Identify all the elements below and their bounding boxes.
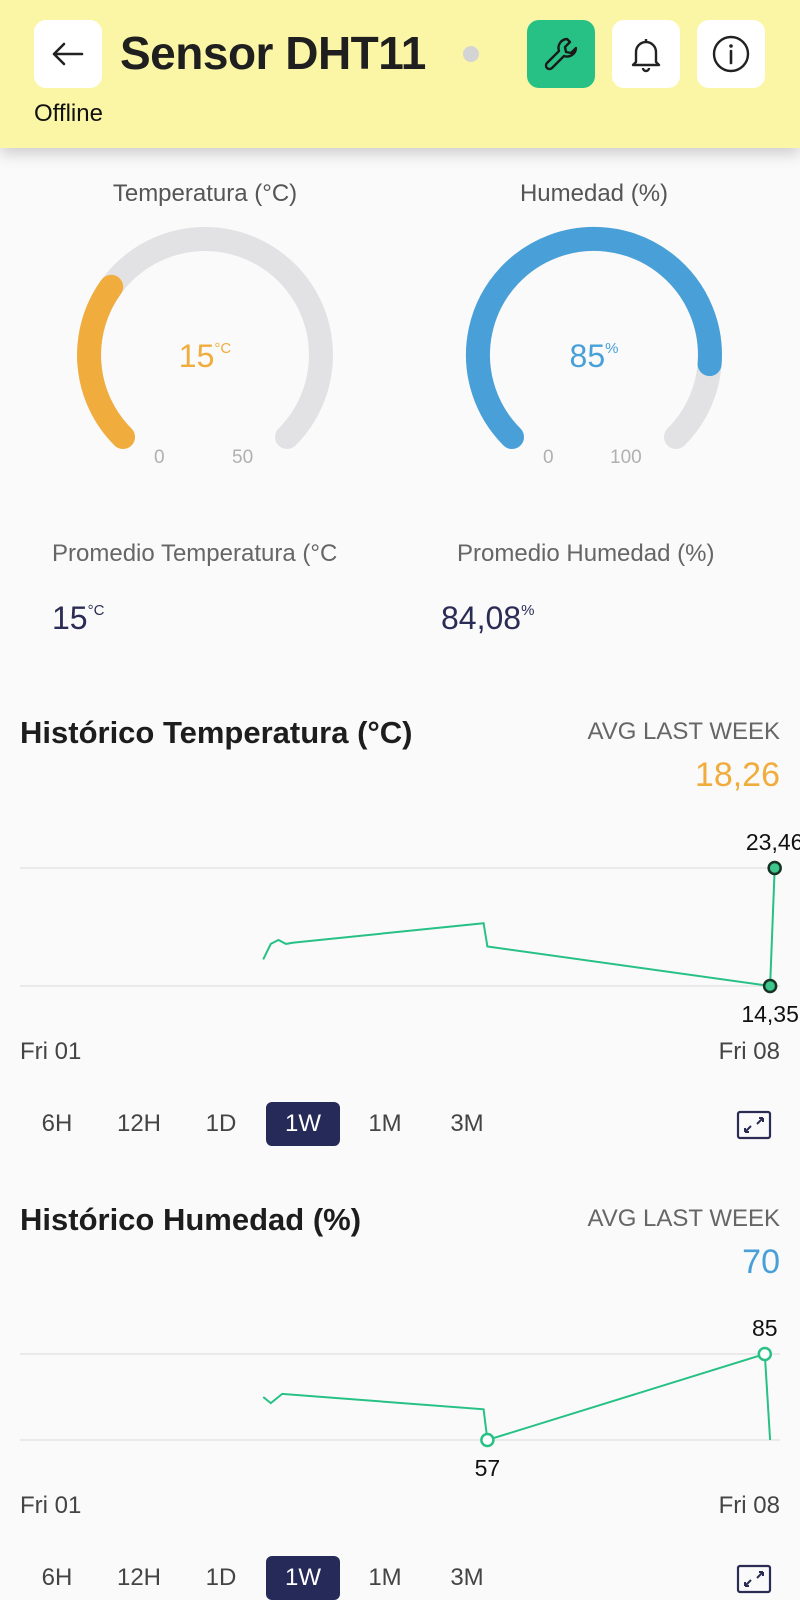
gauge-min-humidity: 0: [543, 447, 554, 468]
data-line: [262, 867, 776, 988]
humidity-history-chart: 85 57: [20, 1315, 780, 1480]
settings-button[interactable]: [527, 20, 595, 88]
expand-icon[interactable]: [736, 1108, 772, 1142]
avg-humidity-value: 84,08%: [441, 600, 535, 636]
info-icon: [712, 35, 750, 73]
data-line: [262, 1352, 772, 1442]
chart-end-date: Fri 08: [718, 1492, 780, 1519]
avg-week-label-temperature: AVG LAST WEEK: [587, 718, 780, 745]
gauge-min-temperature: 0: [154, 447, 165, 468]
range-button-1w[interactable]: 1W: [266, 1102, 340, 1146]
status-text: Offline: [34, 100, 103, 127]
data-point-max: [767, 860, 782, 876]
range-button-12h[interactable]: 12H: [102, 1556, 176, 1600]
range-button-6h[interactable]: 6H: [20, 1556, 94, 1600]
app-header: Sensor DHT11 Offline: [0, 0, 800, 148]
wrench-icon: [544, 37, 578, 71]
gauge-max-humidity: 100: [610, 447, 642, 468]
expand-icon[interactable]: [736, 1562, 772, 1596]
bell-icon: [631, 39, 661, 73]
gauge-max-temperature: 50: [232, 447, 254, 468]
data-label-max: 23,46: [746, 829, 800, 855]
time-range-selector: 6H 12H 1D 1W 1M 3M: [20, 1556, 540, 1600]
page-title: Sensor DHT11: [120, 27, 426, 79]
data-point-max: [757, 1346, 773, 1362]
gauge-title-temperature: Temperatura (°C): [112, 180, 298, 207]
avg-humidity-label: Promedio Humedad (%): [457, 540, 715, 567]
range-button-6h[interactable]: 6H: [20, 1102, 94, 1146]
chart-title-humidity: Histórico Humedad (%): [20, 1202, 362, 1237]
data-point-min: [480, 1432, 495, 1448]
data-label-min: 14,35: [741, 1001, 799, 1027]
range-button-1m[interactable]: 1M: [348, 1556, 422, 1600]
range-button-12h[interactable]: 12H: [102, 1102, 176, 1146]
gauge-value-temperature: 15°C: [178, 338, 232, 374]
chart-start-date: Fri 01: [20, 1038, 82, 1065]
range-button-1d[interactable]: 1D: [184, 1556, 258, 1600]
avg-temperature-value: 15°C: [52, 600, 105, 636]
range-button-1d[interactable]: 1D: [184, 1102, 258, 1146]
gauge-value-humidity: 85%: [569, 338, 619, 374]
avg-week-value-temperature: 18,26: [694, 756, 780, 794]
avg-temperature-label: Promedio Temperatura (°C: [52, 540, 338, 567]
range-button-3m[interactable]: 3M: [430, 1102, 504, 1146]
temperature-history-chart: 23,46 14,35: [20, 829, 800, 1027]
data-point-min: [762, 978, 778, 994]
data-label-max: 85: [752, 1315, 778, 1341]
status-dot: [463, 46, 479, 62]
avg-week-value-humidity: 70: [742, 1243, 780, 1281]
data-label-min: 57: [475, 1455, 501, 1480]
range-button-1m[interactable]: 1M: [348, 1102, 422, 1146]
range-button-1w[interactable]: 1W: [266, 1556, 340, 1600]
range-button-3m[interactable]: 3M: [430, 1556, 504, 1600]
back-arrow-icon: [52, 42, 84, 66]
chart-start-date: Fri 01: [20, 1492, 82, 1519]
chart-title-temperature: Histórico Temperatura (°C): [20, 715, 413, 750]
avg-week-label-humidity: AVG LAST WEEK: [587, 1205, 780, 1232]
back-button[interactable]: [34, 20, 102, 88]
gauge-title-humidity: Humedad (%): [519, 180, 669, 207]
time-range-selector: 6H 12H 1D 1W 1M 3M: [20, 1102, 540, 1146]
info-button[interactable]: [697, 20, 765, 88]
notifications-button[interactable]: [612, 20, 680, 88]
chart-end-date: Fri 08: [718, 1038, 780, 1065]
